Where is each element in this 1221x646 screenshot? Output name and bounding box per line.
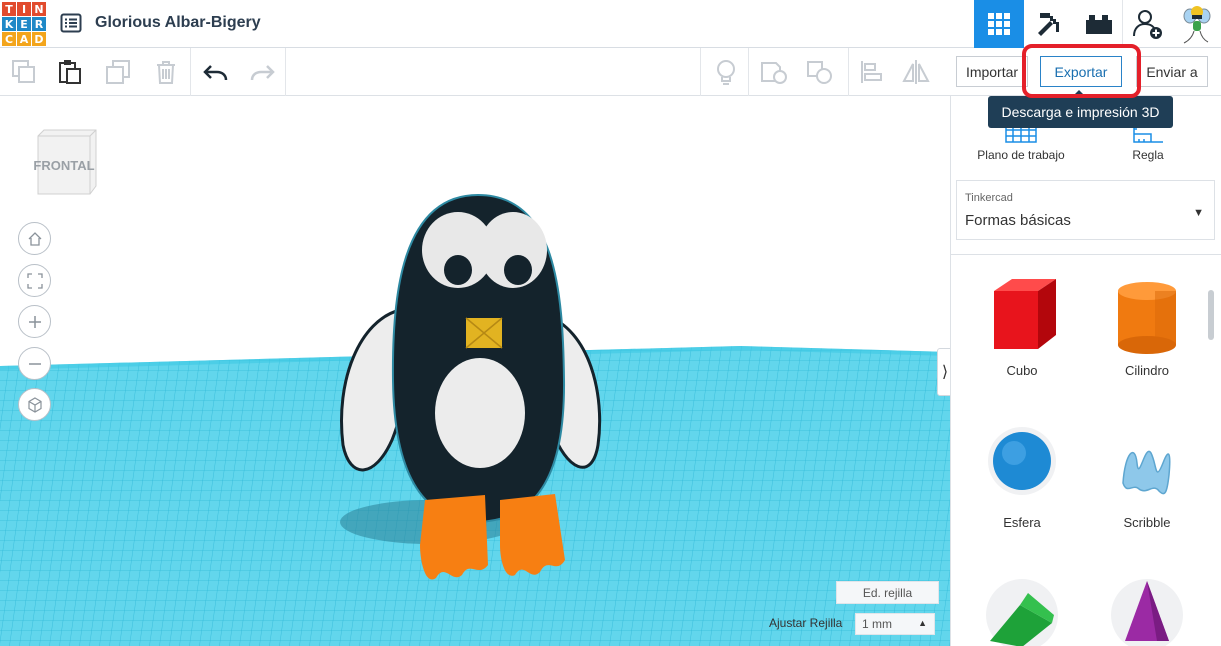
design-list-icon[interactable] <box>60 12 82 34</box>
shape-cube[interactable]: Cubo <box>962 271 1082 378</box>
align-icon[interactable] <box>858 58 886 86</box>
toolbar-separator <box>285 48 286 96</box>
3d-design-grid-icon <box>988 13 1010 35</box>
cube-icon <box>994 279 1056 349</box>
workplane-tool[interactable]: Plano de trabajo <box>961 122 1081 162</box>
export-highlight-annotation <box>1022 44 1141 98</box>
logo-letter: A <box>17 32 31 46</box>
shape-label: Esfera <box>1003 515 1041 530</box>
send-to-button[interactable]: Enviar a <box>1136 56 1208 87</box>
lightbulb-icon[interactable] <box>712 58 740 86</box>
logo-letter: K <box>2 17 16 31</box>
shapes-grid: Cubo Cilindro Esfera Scribble <box>951 254 1221 646</box>
mirror-icon[interactable] <box>902 58 930 86</box>
shapes-scrollbar[interactable] <box>1208 290 1214 340</box>
caret-up-icon: ▲ <box>918 618 927 628</box>
logo-letter: I <box>17 2 31 16</box>
copy-icon[interactable] <box>10 58 38 86</box>
snap-grid-select[interactable]: 1 mm ▲ <box>855 613 935 635</box>
zoom-out-icon <box>28 362 41 365</box>
codeblocks-pickaxe-icon <box>1038 13 1059 36</box>
shape-note-icon[interactable] <box>760 58 788 86</box>
add-user-icon <box>1132 10 1162 39</box>
shape-label: Scribble <box>1123 515 1171 530</box>
fit-view-icon <box>26 272 43 289</box>
toolbar-separator <box>848 48 849 96</box>
edit-toolbar <box>0 48 950 96</box>
workplane-viewport[interactable]: FRONTAL ⟩ Ed. rejilla Ajustar Rejilla 1 … <box>0 96 950 646</box>
view-cube[interactable]: FRONTAL <box>30 126 100 196</box>
home-icon <box>28 231 41 246</box>
toolbar-separator <box>748 48 749 96</box>
ruler-label: Regla <box>1132 148 1164 162</box>
logo-letter: C <box>2 32 16 46</box>
snap-grid-value: 1 mm <box>862 617 892 631</box>
edit-grid-button[interactable]: Ed. rejilla <box>836 581 939 604</box>
import-button[interactable]: Importar <box>956 56 1028 87</box>
zoom-in-icon <box>28 315 41 328</box>
library-source: Tinkercad <box>965 192 1013 204</box>
perspective-icon <box>27 396 42 413</box>
logo-letter: N <box>32 2 46 16</box>
nav-codeblocks[interactable] <box>1024 0 1074 48</box>
cylinder-icon <box>1118 282 1176 354</box>
tinkercad-app: T I N K E R C A D Glorious Albar-Bigery <box>0 0 1221 646</box>
shape-cylinder[interactable]: Cilindro <box>1087 271 1207 378</box>
workplane-grid[interactable] <box>0 96 950 646</box>
shape-scribble[interactable]: Scribble <box>1087 423 1207 530</box>
toolbar-separator <box>700 48 701 96</box>
group-icon[interactable] <box>806 58 834 86</box>
avatar-icon <box>1183 6 1211 44</box>
view-cube-label: FRONTAL <box>33 158 94 173</box>
delete-icon[interactable] <box>152 58 180 86</box>
shape-roof[interactable] <box>962 575 1082 646</box>
home-view-button[interactable] <box>18 222 51 255</box>
duplicate-icon[interactable] <box>104 58 132 86</box>
logo-letter: R <box>32 17 46 31</box>
logo-letter: D <box>32 32 46 46</box>
snap-grid-label: Ajustar Rejilla <box>769 616 843 630</box>
caret-down-icon: ▼ <box>1193 207 1204 219</box>
bricks-icon <box>1086 15 1112 34</box>
tinkercad-logo[interactable]: T I N K E R C A D <box>2 2 46 46</box>
roof-icon <box>986 579 1058 646</box>
design-title[interactable]: Glorious Albar-Bigery <box>95 14 261 32</box>
scribble-icon <box>1122 450 1171 495</box>
cone-icon <box>1111 579 1183 646</box>
undo-icon[interactable] <box>202 58 230 86</box>
perspective-button[interactable] <box>18 388 51 421</box>
shapes-panel: Plano de trabajo Regla Tinkercad Formas … <box>950 96 1221 646</box>
logo-letter: T <box>2 2 16 16</box>
collapse-panel-chevron-icon[interactable]: ⟩ <box>937 348 950 396</box>
zoom-in-button[interactable] <box>18 305 51 338</box>
logo-letter: E <box>17 17 31 31</box>
user-avatar[interactable] <box>1172 0 1221 48</box>
fit-view-button[interactable] <box>18 264 51 297</box>
shape-label: Cubo <box>1006 363 1038 378</box>
shape-cone[interactable] <box>1087 575 1207 646</box>
top-bar: T I N K E R C A D Glorious Albar-Bigery <box>0 0 1221 48</box>
nav-bricks[interactable] <box>1074 0 1124 48</box>
toolbar-separator <box>190 48 191 96</box>
nav-add-user[interactable] <box>1122 0 1172 48</box>
paste-icon[interactable] <box>56 58 84 86</box>
export-tooltip: Descarga e impresión 3D <box>988 90 1173 128</box>
zoom-out-button[interactable] <box>18 347 51 380</box>
shape-library-dropdown[interactable]: Tinkercad Formas básicas ▼ <box>956 180 1215 240</box>
ruler-tool[interactable]: Regla <box>1088 122 1208 162</box>
shape-sphere[interactable]: Esfera <box>962 423 1082 530</box>
redo-icon[interactable] <box>248 58 276 86</box>
sphere-icon <box>988 427 1056 495</box>
nav-3d-design[interactable] <box>974 0 1024 48</box>
workplane-label: Plano de trabajo <box>977 148 1065 162</box>
library-name: Formas básicas <box>965 212 1071 229</box>
shape-label: Cilindro <box>1124 363 1170 378</box>
